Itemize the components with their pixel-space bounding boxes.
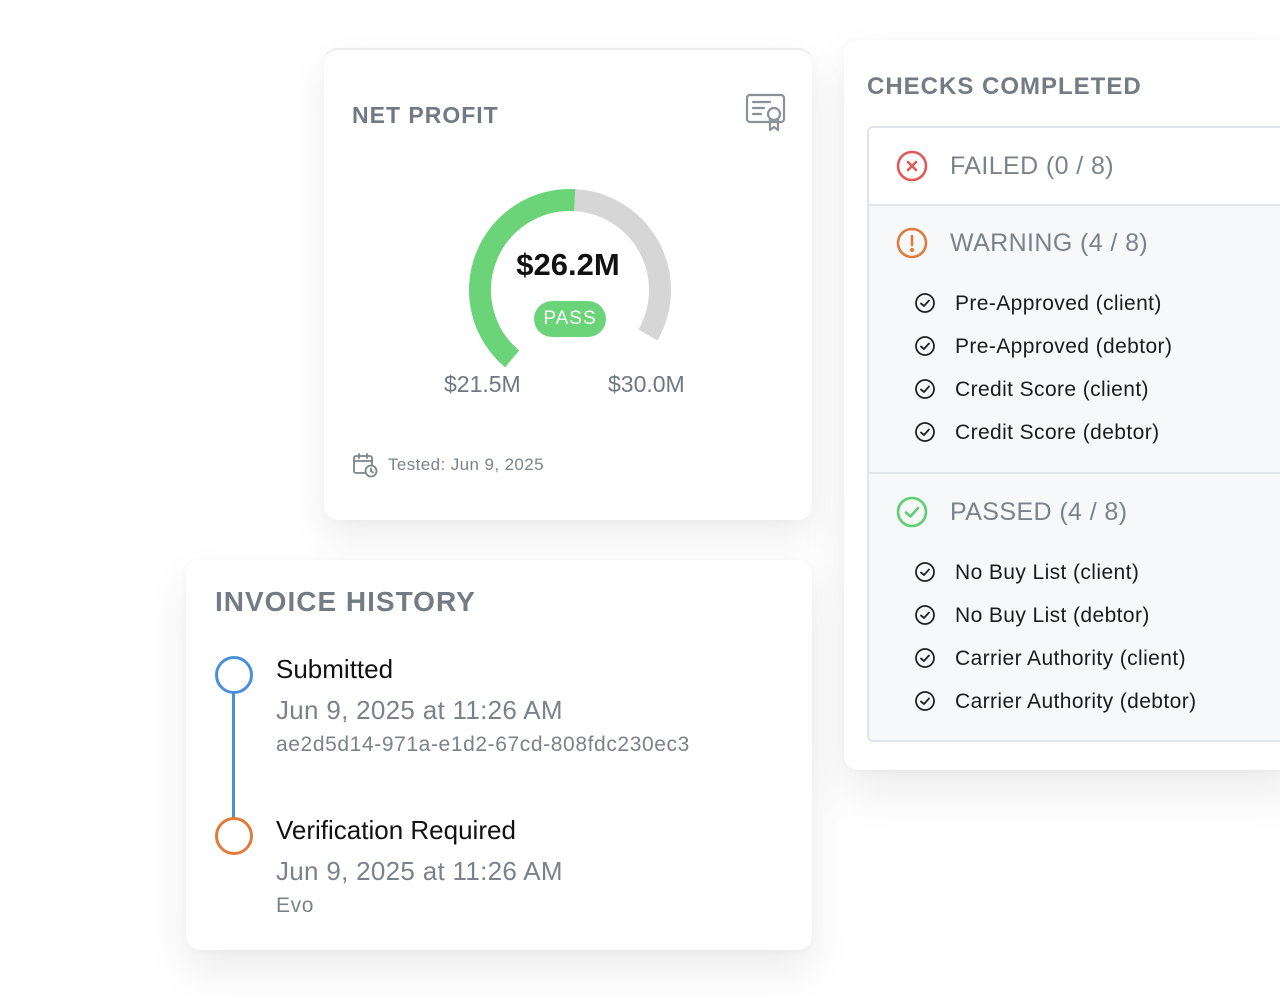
check-item: Credit Score (debtor)	[955, 421, 1160, 444]
checks-completed-card: CHECKS COMPLETED FAILED (0 / 8) WARNING	[844, 40, 1280, 770]
check-circle-icon	[915, 691, 935, 711]
check-item: Carrier Authority (debtor)	[955, 690, 1197, 713]
net-profit-title: NET PROFIT	[352, 102, 499, 128]
check-item: No Buy List (client)	[955, 561, 1140, 584]
gauge-max-label: $30.0M	[608, 371, 685, 397]
event-date: Jun 9, 2025 at 11:26 AM	[276, 695, 563, 725]
check-circle-icon	[896, 496, 928, 528]
event-date: Jun 9, 2025 at 11:26 AM	[276, 856, 563, 886]
check-item: No Buy List (debtor)	[955, 604, 1150, 627]
gauge-min-label: $21.5M	[444, 371, 521, 397]
timeline-connector	[232, 692, 235, 820]
warning-section[interactable]: WARNING (4 / 8) Pre-Approved (client) Pr…	[869, 206, 1280, 474]
pass-status-badge: PASS	[534, 301, 606, 337]
x-circle-icon	[896, 150, 928, 182]
check-item: Carrier Authority (client)	[955, 647, 1186, 670]
invoice-history-card: INVOICE HISTORY Submitted Jun 9, 2025 at…	[186, 560, 812, 950]
failed-section[interactable]: FAILED (0 / 8)	[869, 128, 1280, 206]
passed-section[interactable]: PASSED (4 / 8) No Buy List (client) No B…	[869, 474, 1280, 740]
calendar-clock-icon	[353, 453, 378, 478]
invoice-history-title: INVOICE HISTORY	[215, 586, 476, 617]
tested-date: Tested: Jun 9, 2025	[388, 455, 544, 474]
checks-completed-title: CHECKS COMPLETED	[867, 73, 1142, 100]
check-circle-icon	[915, 293, 935, 313]
timeline-dot-verification	[215, 817, 253, 855]
stage: NET PROFIT $26.2M PASS $21.5M $30.0M Tes…	[0, 0, 1280, 1000]
checks-list: FAILED (0 / 8) WARNING (4 / 8) Pre-Appro…	[867, 126, 1280, 742]
warning-label: WARNING (4 / 8)	[950, 229, 1149, 257]
timeline-dot-submitted	[215, 656, 253, 694]
net-profit-card: NET PROFIT $26.2M PASS $21.5M $30.0M Tes…	[324, 48, 812, 520]
event-title: Submitted	[276, 654, 394, 684]
event-title: Verification Required	[276, 815, 516, 845]
event-id: ae2d5d14-971a-e1d2-67cd-808fdc230ec3	[276, 733, 690, 756]
exclamation-circle-icon	[896, 227, 928, 259]
check-item: Pre-Approved (client)	[955, 292, 1162, 315]
event-author: Evo	[276, 894, 314, 917]
check-circle-icon	[915, 336, 935, 356]
check-circle-icon	[915, 648, 935, 668]
check-item: Credit Score (client)	[955, 378, 1149, 401]
check-item: Pre-Approved (debtor)	[955, 335, 1173, 358]
passed-label: PASSED (4 / 8)	[950, 498, 1128, 526]
certificate-icon[interactable]	[744, 90, 788, 134]
check-circle-icon	[915, 379, 935, 399]
check-circle-icon	[915, 605, 935, 625]
check-circle-icon	[915, 422, 935, 442]
check-circle-icon	[915, 562, 935, 582]
net-profit-value: $26.2M	[516, 247, 620, 282]
failed-label: FAILED (0 / 8)	[950, 152, 1114, 180]
